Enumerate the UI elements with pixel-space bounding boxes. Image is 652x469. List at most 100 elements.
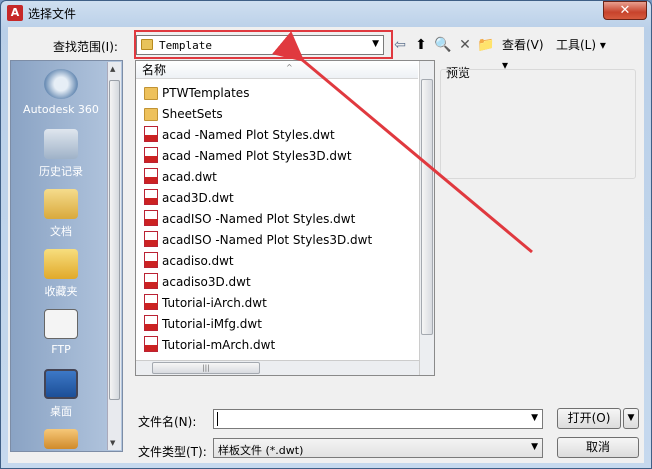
sort-arrow-icon: ^ bbox=[286, 63, 293, 72]
sidebar-scrollbar[interactable]: ▲ ▼ bbox=[107, 62, 121, 450]
text-caret bbox=[217, 412, 218, 426]
file-name: acadiso.dwt bbox=[162, 254, 234, 268]
file-name: acad3D.dwt bbox=[162, 191, 234, 205]
dialog-body: 查找范围(I): Template ▼ ⇦ ⬆ 🔍 ✕ 📁 查看(V) ▾ 工具… bbox=[8, 27, 644, 463]
tools-label: 工具(L) bbox=[556, 38, 597, 52]
delete-button[interactable]: ✕ bbox=[456, 35, 474, 55]
sidebar-item-label: 历史记录 bbox=[39, 165, 83, 178]
sidebar-item-documents[interactable]: 文档 bbox=[15, 189, 107, 239]
cloud-icon bbox=[44, 69, 78, 99]
tools-menu[interactable]: 工具(L) ▾ bbox=[556, 35, 632, 55]
file-name: acad -Named Plot Styles3D.dwt bbox=[162, 149, 352, 163]
file-name: Tutorial-iArch.dwt bbox=[162, 296, 267, 310]
up-folder-icon: ⬆ bbox=[415, 37, 427, 53]
up-one-level-button[interactable]: ⬆ bbox=[412, 35, 430, 55]
dwt-file-icon bbox=[144, 273, 158, 289]
file-name: Tutorial-mArch.dwt bbox=[162, 338, 276, 352]
filename-input[interactable]: ▼ bbox=[213, 409, 543, 429]
sidebar-scroll-thumb[interactable] bbox=[109, 80, 120, 400]
new-folder-icon: 📁 bbox=[477, 37, 495, 53]
dwt-file-icon bbox=[144, 252, 158, 268]
file-row[interactable]: Tutorial-iMfg.dwt bbox=[144, 314, 262, 334]
delete-icon: ✕ bbox=[459, 37, 471, 53]
sidebar-item-label: FTP bbox=[51, 343, 71, 356]
folder-row[interactable]: PTWTemplates bbox=[144, 83, 249, 103]
views-label: 查看(V) bbox=[502, 38, 544, 52]
dwt-file-icon bbox=[144, 189, 158, 205]
file-row[interactable]: acad -Named Plot Styles3D.dwt bbox=[144, 146, 352, 166]
sidebar-item-label: Autodesk 360 bbox=[23, 103, 99, 116]
search-web-button[interactable]: 🔍 bbox=[434, 35, 452, 55]
file-row[interactable]: acadISO -Named Plot Styles.dwt bbox=[144, 209, 355, 229]
dwt-file-icon bbox=[144, 147, 158, 163]
dwt-file-icon bbox=[144, 168, 158, 184]
chevron-down-icon[interactable]: ▼ bbox=[531, 413, 538, 423]
back-button[interactable]: ⇦ bbox=[391, 35, 409, 55]
file-row[interactable]: acad.dwt bbox=[144, 167, 217, 187]
sidebar-item-history[interactable]: 历史记录 bbox=[15, 129, 107, 179]
filetype-value: 样板文件 (*.dwt) bbox=[218, 444, 304, 457]
sidebar-item-label: 桌面 bbox=[50, 405, 72, 418]
dwt-file-icon bbox=[144, 210, 158, 226]
open-options-button[interactable]: ▼ bbox=[623, 408, 639, 429]
folder-icon bbox=[144, 108, 158, 121]
filetype-label: 文件类型(T): bbox=[138, 445, 207, 459]
filename-label: 文件名(N): bbox=[138, 415, 197, 429]
column-header-name[interactable]: 名称 ^ bbox=[136, 61, 418, 79]
select-file-dialog: A 选择文件 ✕ 查找范围(I): Template ▼ ⇦ ⬆ 🔍 ✕ 📁 查… bbox=[0, 0, 652, 469]
folder-icon bbox=[144, 87, 158, 100]
chevron-down-icon: ▾ bbox=[599, 38, 606, 52]
sidebar-item-autodesk360[interactable]: Autodesk 360 bbox=[15, 69, 107, 116]
open-button[interactable]: 打开(O) bbox=[557, 408, 621, 429]
sidebar-item-favorites[interactable]: 收藏夹 bbox=[15, 249, 107, 299]
column-header-label: 名称 bbox=[142, 63, 167, 77]
sidebar-item-more[interactable] bbox=[15, 429, 107, 453]
annotation-highlight-box bbox=[134, 30, 393, 59]
dialog-title: 选择文件 bbox=[28, 7, 77, 21]
scroll-up-icon[interactable]: ▲ bbox=[110, 65, 115, 73]
dwt-file-icon bbox=[144, 126, 158, 142]
dwt-file-icon bbox=[144, 231, 158, 247]
file-name: acad.dwt bbox=[162, 170, 217, 184]
search-icon: 🔍 bbox=[434, 37, 452, 53]
look-in-label: 查找范围(I): bbox=[53, 40, 118, 54]
file-row[interactable]: Tutorial-iArch.dwt bbox=[144, 293, 267, 313]
file-name: acadISO -Named Plot Styles.dwt bbox=[162, 212, 356, 226]
file-row[interactable]: acadiso3D.dwt bbox=[144, 272, 251, 292]
file-name: PTWTemplates bbox=[162, 86, 250, 100]
autocad-logo-icon: A bbox=[7, 5, 23, 21]
desktop-icon bbox=[44, 369, 78, 399]
file-list-hscrollbar[interactable]: ||| bbox=[136, 360, 419, 375]
history-icon bbox=[44, 129, 78, 159]
file-list-vscroll-thumb[interactable] bbox=[421, 79, 433, 335]
dwt-file-icon bbox=[144, 336, 158, 352]
file-row[interactable]: acad -Named Plot Styles.dwt bbox=[144, 125, 335, 145]
file-row[interactable]: acadiso.dwt bbox=[144, 251, 234, 271]
dwt-file-icon bbox=[144, 294, 158, 310]
file-row[interactable]: acad3D.dwt bbox=[144, 188, 234, 208]
file-name: acadiso3D.dwt bbox=[162, 275, 251, 289]
views-menu[interactable]: 查看(V) ▾ bbox=[502, 35, 552, 72]
close-button[interactable]: ✕ bbox=[603, 1, 647, 20]
documents-icon bbox=[44, 189, 78, 219]
folder-row[interactable]: SheetSets bbox=[144, 104, 223, 124]
sidebar-item-label: 文档 bbox=[50, 225, 72, 238]
file-name: acadISO -Named Plot Styles3D.dwt bbox=[162, 233, 373, 247]
sidebar-item-ftp[interactable]: FTP bbox=[15, 309, 107, 356]
back-arrow-icon: ⇦ bbox=[394, 37, 406, 53]
cancel-button[interactable]: 取消 bbox=[557, 437, 639, 458]
file-name: acad -Named Plot Styles.dwt bbox=[162, 128, 335, 142]
chevron-down-icon: ▼ bbox=[531, 442, 538, 452]
sidebar-item-desktop[interactable]: 桌面 bbox=[15, 369, 107, 419]
scroll-down-icon[interactable]: ▼ bbox=[110, 439, 115, 447]
file-name: Tutorial-iMfg.dwt bbox=[162, 317, 262, 331]
file-row[interactable]: Tutorial-mArch.dwt bbox=[144, 335, 275, 355]
filetype-dropdown[interactable]: 样板文件 (*.dwt) ▼ bbox=[213, 438, 543, 458]
chevron-down-icon: ▼ bbox=[627, 413, 635, 423]
close-icon: ✕ bbox=[619, 3, 631, 18]
file-list: 名称 ^ PTWTemplates SheetSets acad -Named Pl… bbox=[135, 60, 435, 376]
file-list-vscrollbar[interactable] bbox=[419, 61, 434, 375]
create-new-folder-button[interactable]: 📁 bbox=[476, 35, 496, 55]
file-list-hscroll-thumb[interactable]: ||| bbox=[152, 362, 260, 374]
file-row[interactable]: acadISO -Named Plot Styles3D.dwt bbox=[144, 230, 372, 250]
